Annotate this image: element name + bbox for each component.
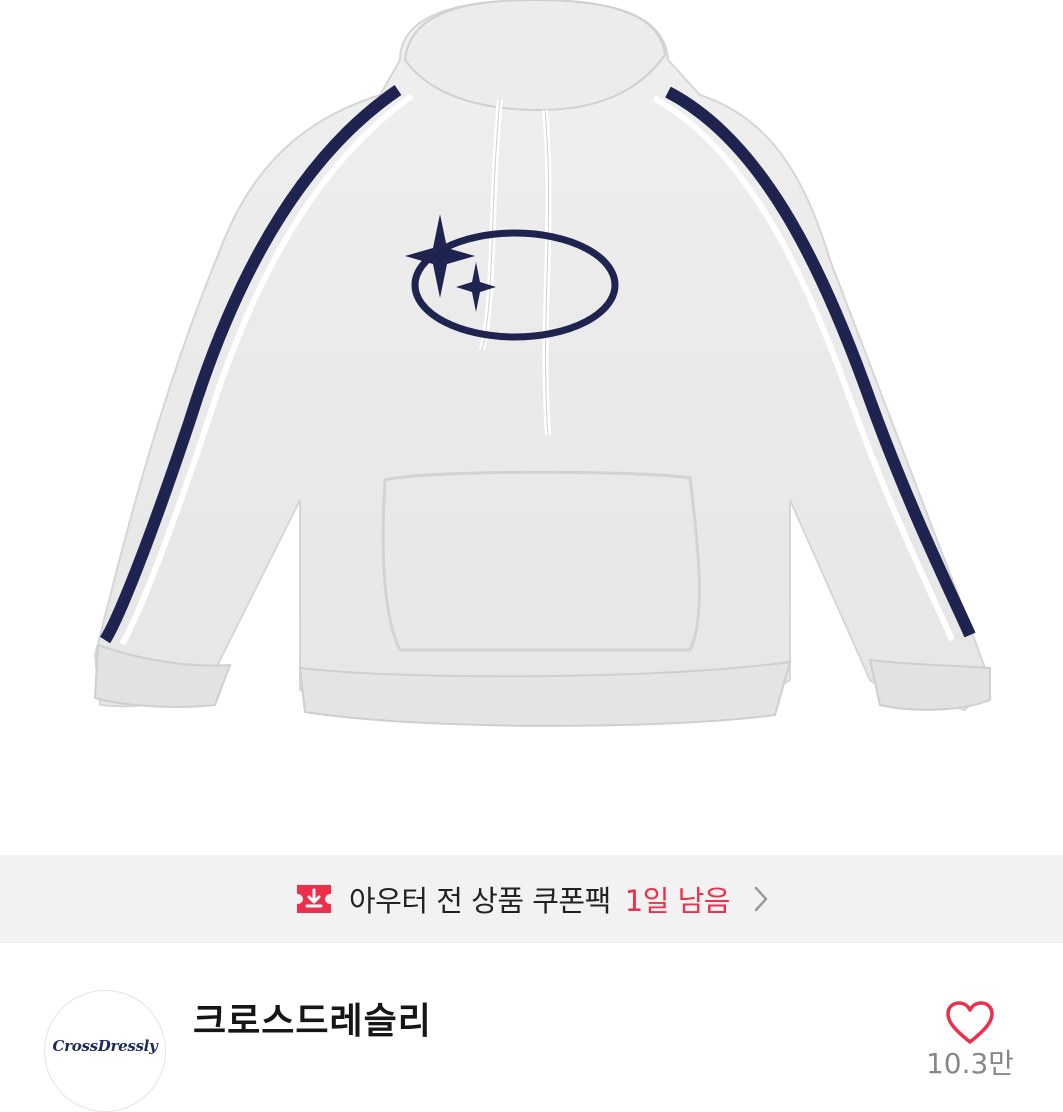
search-icon[interactable] — [835, 0, 905, 30]
top-nav-icons — [0, 0, 1063, 40]
back-arrow-icon[interactable] — [40, 0, 90, 28]
coupon-download-icon — [297, 885, 331, 913]
coupon-banner[interactable]: 아우터 전 상품 쿠폰팩 1일 남음 — [0, 855, 1063, 943]
like-count: 10.3만 — [925, 1047, 1015, 1080]
shop-logo-text: CrossDressly — [52, 1037, 158, 1055]
heart-icon[interactable] — [945, 1000, 995, 1046]
coupon-text: 아우터 전 상품 쿠폰팩 — [349, 884, 611, 918]
shop-name[interactable]: 크로스드레슬리 — [193, 998, 432, 1046]
hoodie-illustration — [93, 0, 992, 727]
product-image[interactable] — [0, 0, 1063, 855]
coupon-remaining: 1일 남음 — [624, 884, 731, 918]
cart-icon[interactable] — [950, 0, 1020, 30]
home-icon[interactable] — [725, 0, 789, 30]
shop-logo[interactable]: CrossDressly — [44, 990, 166, 1112]
chevron-right-icon — [754, 886, 768, 912]
